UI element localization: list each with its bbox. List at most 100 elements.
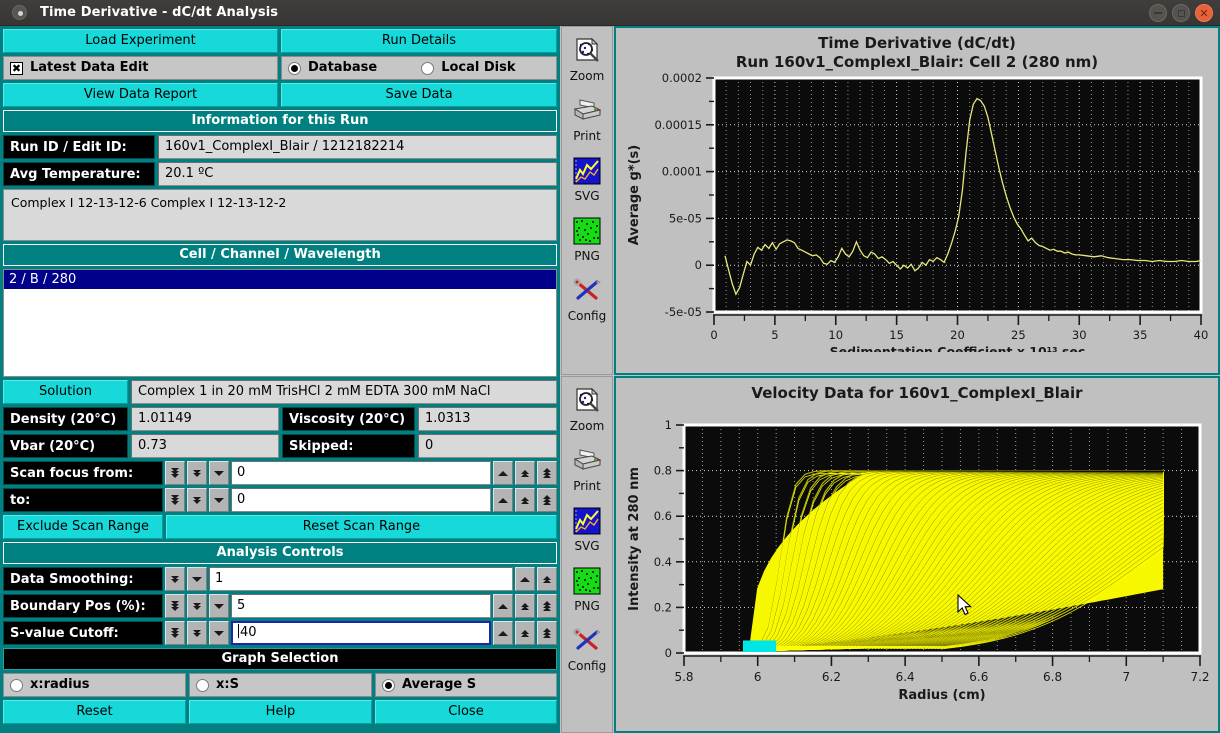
density-viscosity-row: Density (20°C) 1.01149 Viscosity (20°C) … bbox=[3, 407, 557, 431]
svg-text:7.2: 7.2 bbox=[1190, 670, 1209, 684]
toolbar-zoom-label: Zoom bbox=[569, 69, 605, 83]
x-radius-radio[interactable] bbox=[10, 678, 23, 692]
toolbar-png-top[interactable]: PNG bbox=[561, 213, 613, 263]
boundary-decrement-button[interactable] bbox=[209, 594, 229, 618]
boundary-decrement-medium-button[interactable] bbox=[187, 594, 207, 618]
database-radio[interactable] bbox=[288, 61, 301, 75]
cutoff-increment-medium-button[interactable] bbox=[515, 621, 535, 645]
smoothing-decrement-button[interactable] bbox=[187, 567, 207, 591]
svg-text:0: 0 bbox=[710, 328, 717, 342]
x-radius-label: x:radius bbox=[30, 677, 90, 692]
cutoff-increment-button[interactable] bbox=[493, 621, 513, 645]
data-smoothing-row: Data Smoothing: 1 bbox=[3, 567, 557, 591]
boundary-increment-medium-button[interactable] bbox=[515, 594, 535, 618]
velocity-chart-title: Velocity Data for 160v1_ComplexI_Blair bbox=[751, 384, 1083, 402]
help-button[interactable]: Help bbox=[189, 700, 372, 724]
database-label: Database bbox=[308, 60, 378, 75]
toolbar-print-label: Print bbox=[573, 129, 601, 143]
toolbar-config-top[interactable]: Config bbox=[561, 273, 613, 323]
s-value-cutoff-label: S-value Cutoff: bbox=[3, 621, 163, 645]
scan-to-increment-button[interactable] bbox=[493, 488, 513, 512]
list-item[interactable]: 2 / B / 280 bbox=[4, 270, 556, 289]
printer-icon bbox=[561, 93, 613, 129]
svg-text:1: 1 bbox=[665, 418, 672, 432]
boundary-increment-button[interactable] bbox=[493, 594, 513, 618]
maximize-button[interactable] bbox=[1172, 4, 1190, 22]
scan-to-increment-medium-button[interactable] bbox=[515, 488, 535, 512]
report-action-row: View Data Report Save Data bbox=[3, 83, 557, 107]
scan-from-increment-button[interactable] bbox=[493, 461, 513, 485]
smoothing-decrement-medium-button[interactable] bbox=[165, 567, 185, 591]
toolbar-svg-bottom[interactable]: SVG bbox=[561, 503, 613, 553]
scan-focus-from-input[interactable]: 0 bbox=[231, 461, 491, 485]
toolbar-print-top[interactable]: Print bbox=[561, 93, 613, 143]
svg-text:0.8: 0.8 bbox=[654, 464, 672, 478]
cutoff-decrement-button[interactable] bbox=[209, 621, 229, 645]
toolbar-svg-top[interactable]: SVG bbox=[561, 153, 613, 203]
toolbar-zoom-top[interactable]: Zoom bbox=[561, 33, 613, 83]
scan-to-decrement-medium-button[interactable] bbox=[187, 488, 207, 512]
scan-from-increment-medium-button[interactable] bbox=[515, 461, 535, 485]
tools-icon bbox=[561, 623, 613, 659]
scan-to-increment-large-button[interactable] bbox=[537, 488, 557, 512]
smoothing-increment-button[interactable] bbox=[515, 567, 535, 591]
scan-from-increment-large-button[interactable] bbox=[537, 461, 557, 485]
scan-from-decrement-button[interactable] bbox=[209, 461, 229, 485]
local-disk-radio[interactable] bbox=[421, 61, 435, 75]
close-window-button[interactable]: ✕ bbox=[1195, 4, 1213, 22]
minimize-button[interactable] bbox=[1149, 4, 1167, 22]
run-details-button[interactable]: Run Details bbox=[281, 29, 557, 53]
analysis-controls-banner: Analysis Controls bbox=[3, 542, 557, 564]
boundary-increment-large-button[interactable] bbox=[537, 594, 557, 618]
svg-text:6.8: 6.8 bbox=[1043, 670, 1062, 684]
graph-selection-row: x:radius x:S Average S bbox=[3, 673, 557, 697]
scan-focus-from-row: Scan focus from: 0 bbox=[3, 461, 557, 485]
dcdt-chart-panel: Time Derivative (dC/dt) Run 160v1_Comple… bbox=[614, 26, 1220, 375]
x-s-label: x:S bbox=[216, 677, 239, 692]
save-data-button[interactable]: Save Data bbox=[281, 83, 557, 107]
load-experiment-button[interactable]: Load Experiment bbox=[3, 29, 278, 53]
average-s-radio[interactable] bbox=[382, 678, 395, 692]
window-controls: ✕ bbox=[1149, 4, 1213, 22]
svg-text:6.2: 6.2 bbox=[822, 670, 841, 684]
average-s-label: Average S bbox=[402, 677, 477, 692]
reset-button[interactable]: Reset bbox=[3, 700, 186, 724]
scan-focus-to-input[interactable]: 0 bbox=[231, 488, 491, 512]
scan-from-decrement-medium-button[interactable] bbox=[187, 461, 207, 485]
cutoff-increment-large-button[interactable] bbox=[537, 621, 557, 645]
toolbar-png-bottom[interactable]: PNG bbox=[561, 563, 613, 613]
scan-to-decrement-large-button[interactable] bbox=[165, 488, 185, 512]
svg-text:5: 5 bbox=[771, 328, 778, 342]
scan-from-decrement-large-button[interactable] bbox=[165, 461, 185, 485]
boundary-pos-input[interactable]: 5 bbox=[231, 594, 491, 618]
svg-text:0.4: 0.4 bbox=[654, 555, 672, 569]
toolbar-config-bottom[interactable]: Config bbox=[561, 623, 613, 673]
view-data-report-button[interactable]: View Data Report bbox=[3, 83, 278, 107]
smoothing-increment-medium-button[interactable] bbox=[537, 567, 557, 591]
window-titlebar: Time Derivative - dC/dt Analysis ✕ bbox=[0, 0, 1220, 26]
graph-x-radius-option[interactable]: x:radius bbox=[3, 673, 186, 697]
cell-channel-wavelength-banner: Cell / Channel / Wavelength bbox=[3, 244, 557, 266]
bottom-chart-toolbar: Zoom Print SVG PNG Config bbox=[561, 376, 613, 733]
toolbar-zoom-bottom[interactable]: Zoom bbox=[561, 383, 613, 433]
cell-list[interactable]: 2 / B / 280 bbox=[3, 269, 557, 377]
cutoff-decrement-large-button[interactable] bbox=[165, 621, 185, 645]
reset-scan-range-button[interactable]: Reset Scan Range bbox=[166, 515, 557, 539]
zoom-page-icon bbox=[561, 33, 613, 69]
solution-button[interactable]: Solution bbox=[3, 380, 128, 404]
vbar-skipped-row: Vbar (20°C) 0.73 Skipped: 0 bbox=[3, 434, 557, 458]
graph-x-s-option[interactable]: x:S bbox=[189, 673, 372, 697]
boundary-decrement-large-button[interactable] bbox=[165, 594, 185, 618]
scan-to-decrement-button[interactable] bbox=[209, 488, 229, 512]
latest-data-edit-checkbox[interactable]: ✖ Latest Data Edit bbox=[3, 56, 278, 80]
toolbar-print-bottom[interactable]: Print bbox=[561, 443, 613, 493]
x-s-radio[interactable] bbox=[196, 678, 209, 692]
exclude-scan-range-button[interactable]: Exclude Scan Range bbox=[3, 515, 163, 539]
graph-average-s-option[interactable]: Average S bbox=[375, 673, 557, 697]
run-description: Complex I 12-13-12-6 Complex I 12-13-12-… bbox=[3, 189, 557, 241]
cutoff-decrement-medium-button[interactable] bbox=[187, 621, 207, 645]
close-button[interactable]: Close bbox=[375, 700, 557, 724]
svg-text:Intensity at 280 nm: Intensity at 280 nm bbox=[627, 467, 642, 611]
data-smoothing-input[interactable]: 1 bbox=[209, 567, 513, 591]
s-value-cutoff-input[interactable]: 40 bbox=[231, 621, 491, 645]
